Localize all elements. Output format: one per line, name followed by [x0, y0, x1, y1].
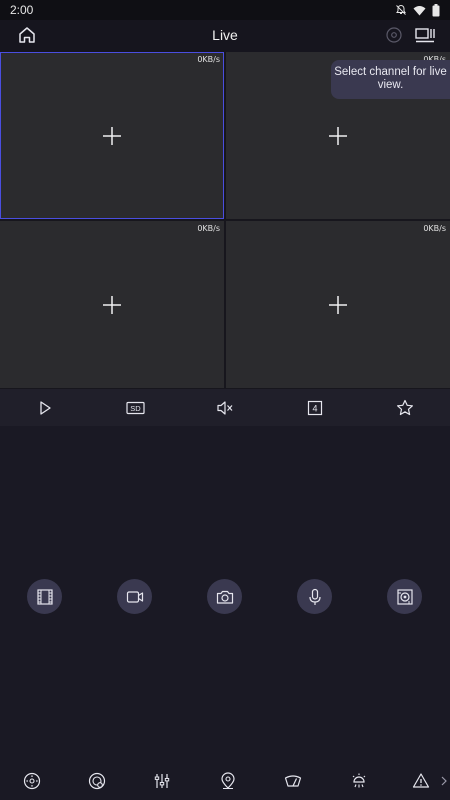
- action-panel: [0, 426, 450, 766]
- favorite-icon[interactable]: [395, 398, 415, 418]
- window-switch-icon[interactable]: [414, 25, 436, 45]
- notifications-off-icon: [395, 4, 407, 16]
- play-icon[interactable]: [35, 398, 55, 418]
- talk-button[interactable]: [297, 579, 332, 614]
- sd-label: SD: [130, 404, 141, 413]
- status-bar: 2:00: [0, 0, 450, 20]
- mute-icon[interactable]: [215, 398, 235, 418]
- record-icon[interactable]: [385, 26, 403, 44]
- fisheye-icon: [395, 587, 415, 607]
- channel-grid: 0KB/s 0KB/s 0KB/s 0KB/s: [0, 52, 450, 389]
- add-channel-icon[interactable]: [101, 125, 123, 147]
- record-video-button[interactable]: [117, 579, 152, 614]
- fisheye-button[interactable]: [387, 579, 422, 614]
- bitrate-label: 0KB/s: [197, 55, 220, 64]
- live-toolbar: SD 4: [0, 389, 450, 426]
- playback-button[interactable]: [27, 579, 62, 614]
- app-bar: Live: [0, 20, 450, 52]
- split-label: 4: [312, 404, 317, 414]
- record-video-icon: [125, 587, 145, 607]
- more-icon[interactable]: [440, 774, 448, 788]
- image-adjust-icon[interactable]: [152, 771, 172, 791]
- channel-window-1[interactable]: 0KB/s: [0, 52, 224, 219]
- snapshot-icon: [215, 587, 235, 607]
- light-icon[interactable]: [349, 771, 369, 791]
- status-time: 2:00: [10, 3, 34, 17]
- bitrate-label: 0KB/s: [197, 224, 220, 233]
- add-channel-icon[interactable]: [327, 125, 349, 147]
- select-channel-tooltip: Select channel for live view.: [331, 60, 450, 99]
- playback-icon: [35, 587, 55, 607]
- battery-icon: [432, 3, 440, 17]
- bottom-control-bar: [0, 766, 450, 800]
- wifi-icon: [413, 5, 426, 16]
- alarm-icon[interactable]: [411, 771, 431, 791]
- location-icon[interactable]: [218, 771, 238, 791]
- status-icons: [395, 3, 440, 17]
- split-4-icon[interactable]: 4: [305, 398, 325, 418]
- snapshot-button[interactable]: [207, 579, 242, 614]
- wiper-icon[interactable]: [283, 771, 303, 791]
- channel-window-4[interactable]: 0KB/s: [226, 221, 450, 388]
- page-title: Live: [212, 27, 238, 43]
- talk-icon: [305, 587, 325, 607]
- color-icon[interactable]: [87, 771, 107, 791]
- add-channel-icon[interactable]: [101, 294, 123, 316]
- ptz-icon[interactable]: [22, 771, 42, 791]
- bitrate-label: 0KB/s: [423, 224, 446, 233]
- channel-window-3[interactable]: 0KB/s: [0, 221, 224, 388]
- add-channel-icon[interactable]: [327, 294, 349, 316]
- sd-icon[interactable]: SD: [125, 398, 147, 418]
